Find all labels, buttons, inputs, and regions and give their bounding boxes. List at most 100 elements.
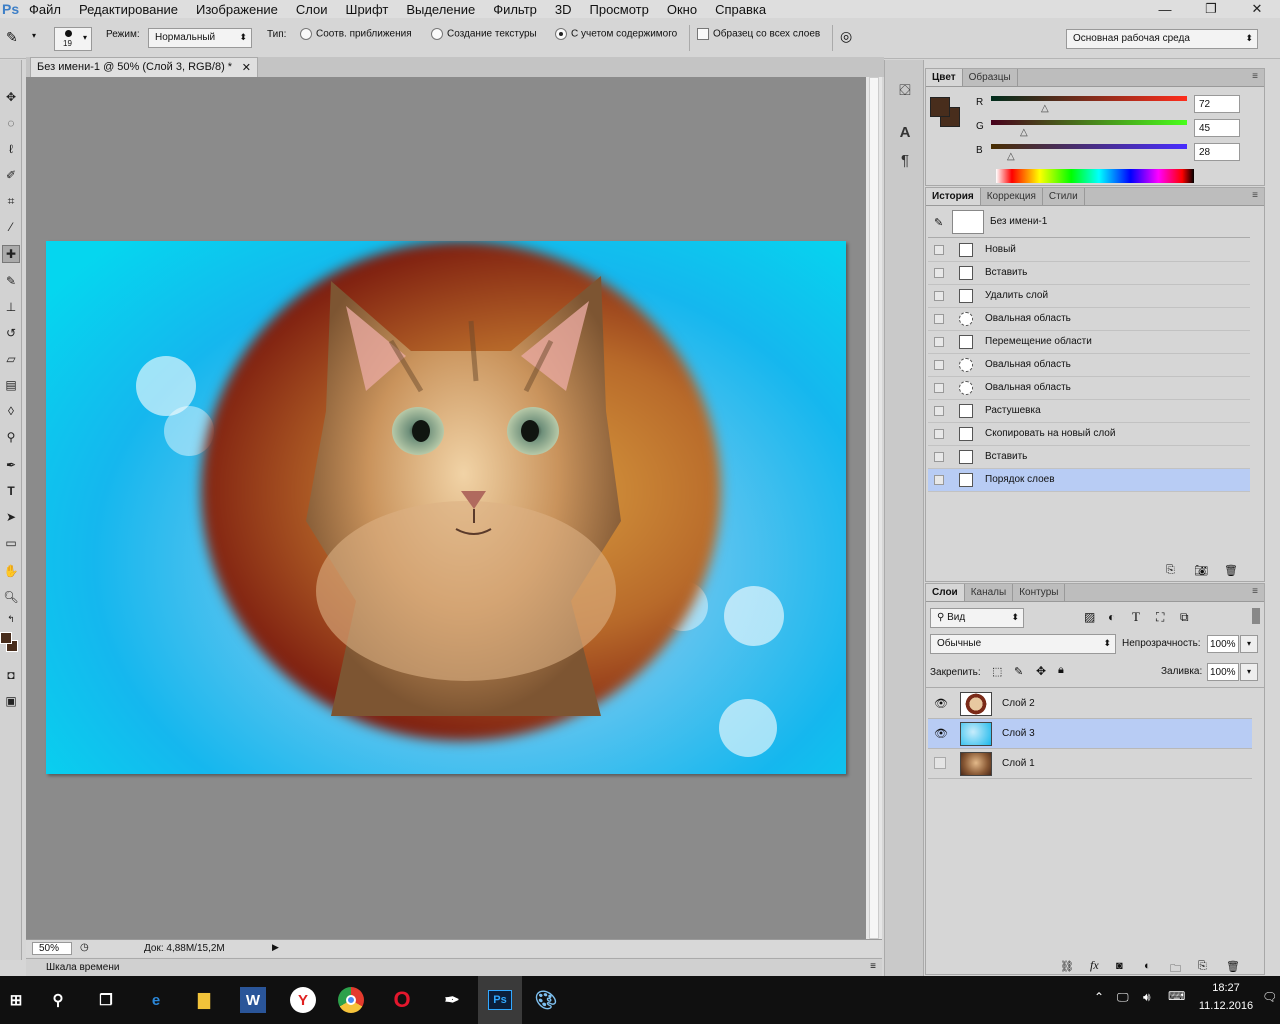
eye-icon[interactable]: 👁︎ [934,697,948,711]
layer-filter-select[interactable]: ⚲ Вид ⬍ [930,608,1024,628]
layer-row[interactable]: 👁︎ Слой 3 [928,719,1252,749]
chrome-icon[interactable] [338,987,364,1013]
paint-icon[interactable]: 🎨︎ [530,984,562,1016]
history-checkbox[interactable] [934,291,944,301]
character-icon[interactable]: A [895,122,915,142]
task-view-icon[interactable]: ❐ [90,984,122,1016]
history-item[interactable]: Овальная область [928,354,1250,377]
slider-handle-icon[interactable]: △ [1007,151,1015,162]
slider-b[interactable] [991,144,1187,149]
tab-adjustments[interactable]: Коррекция [981,188,1043,205]
new-layer-icon[interactable]: ⎘ [1198,960,1207,973]
panel-menu-icon[interactable]: ≡ [1252,190,1258,201]
history-item[interactable]: Удалить слой [928,285,1250,308]
tab-paths[interactable]: Контуры [1013,584,1066,601]
input-r[interactable]: 72 [1194,95,1240,113]
history-item[interactable]: Растушевка [928,400,1250,423]
document-tab[interactable]: Без имени-1 @ 50% (Слой 3, RGB/8) * ✕ [30,57,258,77]
volume-icon[interactable]: 🔊︎ [1143,990,1151,1005]
history-checkbox[interactable] [934,268,944,278]
blur-tool-icon[interactable]: ◊ [2,402,20,420]
panel-menu-icon[interactable]: ≡ [870,961,876,972]
history-checkbox[interactable] [934,245,944,255]
lock-all-icon[interactable]: 🔒︎ [1058,664,1064,677]
trash-icon[interactable]: 🗑︎ [1224,564,1238,577]
menu-select[interactable]: Выделение [397,2,484,17]
radio-content-aware[interactable]: С учетом содержимого [555,28,677,40]
menu-3d[interactable]: 3D [546,2,581,17]
status-menu-icon[interactable]: ▶ [272,942,279,953]
radio-texture[interactable]: Создание текстуры [431,28,537,40]
move-tool-icon[interactable]: ✥ [2,88,20,106]
history-checkbox[interactable] [934,360,944,370]
visibility-toggle[interactable] [934,757,946,769]
history-checkbox[interactable] [934,429,944,439]
slider-g[interactable] [991,120,1187,125]
lock-pixels-icon[interactable]: ✎ [1014,665,1023,678]
filter-toggle[interactable] [1252,608,1260,624]
history-snapshot[interactable]: ✎ Без имени-1 [928,208,1250,238]
history-item[interactable]: Порядок слоев [928,469,1250,492]
brush-size-picker[interactable]: 19 ▾ [54,27,92,51]
dodge-tool-icon[interactable]: ⚲ [2,428,20,446]
taskbar-time[interactable]: 18:27 [1196,982,1256,994]
history-brush-source-icon[interactable]: ✎ [934,216,943,229]
history-checkbox[interactable] [934,452,944,462]
history-item[interactable]: Вставить [928,262,1250,285]
input-g[interactable]: 45 [1194,119,1240,137]
healing-brush-tool-icon[interactable]: ✚ [2,245,20,263]
slider-handle-icon[interactable]: △ [1020,127,1028,138]
smart-object-filter-icon[interactable]: ⧉ [1180,610,1189,625]
panel-menu-icon[interactable]: ≡ [1252,71,1258,82]
pen-tool-icon[interactable]: ✒ [2,456,20,474]
vertical-scrollbar[interactable] [866,77,882,939]
menu-view[interactable]: Просмотр [581,2,658,17]
history-brush-tool-icon[interactable]: ↺ [2,324,20,342]
timeline-label[interactable]: Шкала времени [46,962,119,973]
close-icon[interactable]: ✕ [1234,0,1280,18]
opera-icon[interactable]: O [386,984,418,1016]
windows-start-icon[interactable]: ⊞ [0,984,32,1016]
slider-r[interactable] [991,96,1187,101]
menu-type[interactable]: Шрифт [337,2,398,17]
image-filter-icon[interactable]: ▨ [1084,610,1095,624]
menu-help[interactable]: Справка [706,2,775,17]
chevron-down-icon[interactable]: ▾ [32,31,36,40]
quick-mask-icon[interactable]: ◘ [2,666,20,684]
color-ramp[interactable] [996,169,1194,183]
pressure-icon[interactable]: ◎ [840,28,852,45]
search-icon[interactable]: ⚲ [42,984,74,1016]
menu-layers[interactable]: Слои [287,2,337,17]
crop-tool-icon[interactable]: ⌗ [2,192,20,210]
tab-color[interactable]: Цвет [926,69,963,86]
type-tool-icon[interactable]: T [2,482,20,500]
lock-transparency-icon[interactable]: ⬚ [992,665,1002,678]
word-icon[interactable]: W [240,987,266,1013]
history-checkbox[interactable] [934,314,944,324]
mode-select[interactable]: Нормальный ⬍ [148,28,252,48]
hand-tool-icon[interactable]: ✋ [2,562,20,580]
network-icon[interactable]: 🖵︎ [1117,990,1129,1005]
quick-select-tool-icon[interactable]: ✐ [2,166,20,184]
menu-file[interactable]: Файл [20,2,70,17]
history-checkbox[interactable] [934,406,944,416]
rectangle-tool-icon[interactable]: ▭ [2,534,20,552]
zoom-tool-icon[interactable]: 🔍︎ [2,588,20,606]
eye-icon[interactable]: 👁︎ [934,727,948,741]
document-canvas[interactable] [46,241,846,774]
history-checkbox[interactable] [934,383,944,393]
history-item[interactable]: Новый [928,239,1250,262]
adjustment-layer-icon[interactable]: ◐ [1144,960,1151,972]
brush-tool-icon[interactable]: ✎ [2,272,20,290]
shape-filter-icon[interactable]: ⛶ [1156,610,1164,625]
eyedropper-tool-icon[interactable]: ⁄ [2,218,20,236]
type-filter-icon[interactable]: T [1132,609,1140,625]
sample-all-checkbox[interactable]: Образец со всех слоев [697,28,820,40]
camera-icon[interactable]: 📷︎ [1194,564,1208,577]
lock-position-icon[interactable]: ✥ [1036,664,1046,678]
layer-row[interactable]: 👁︎ Слой 2 [928,689,1252,719]
file-explorer-icon[interactable]: ▇ [188,984,220,1016]
tab-channels[interactable]: Каналы [965,584,1014,601]
tab-history[interactable]: История [926,188,981,205]
input-b[interactable]: 28 [1194,143,1240,161]
